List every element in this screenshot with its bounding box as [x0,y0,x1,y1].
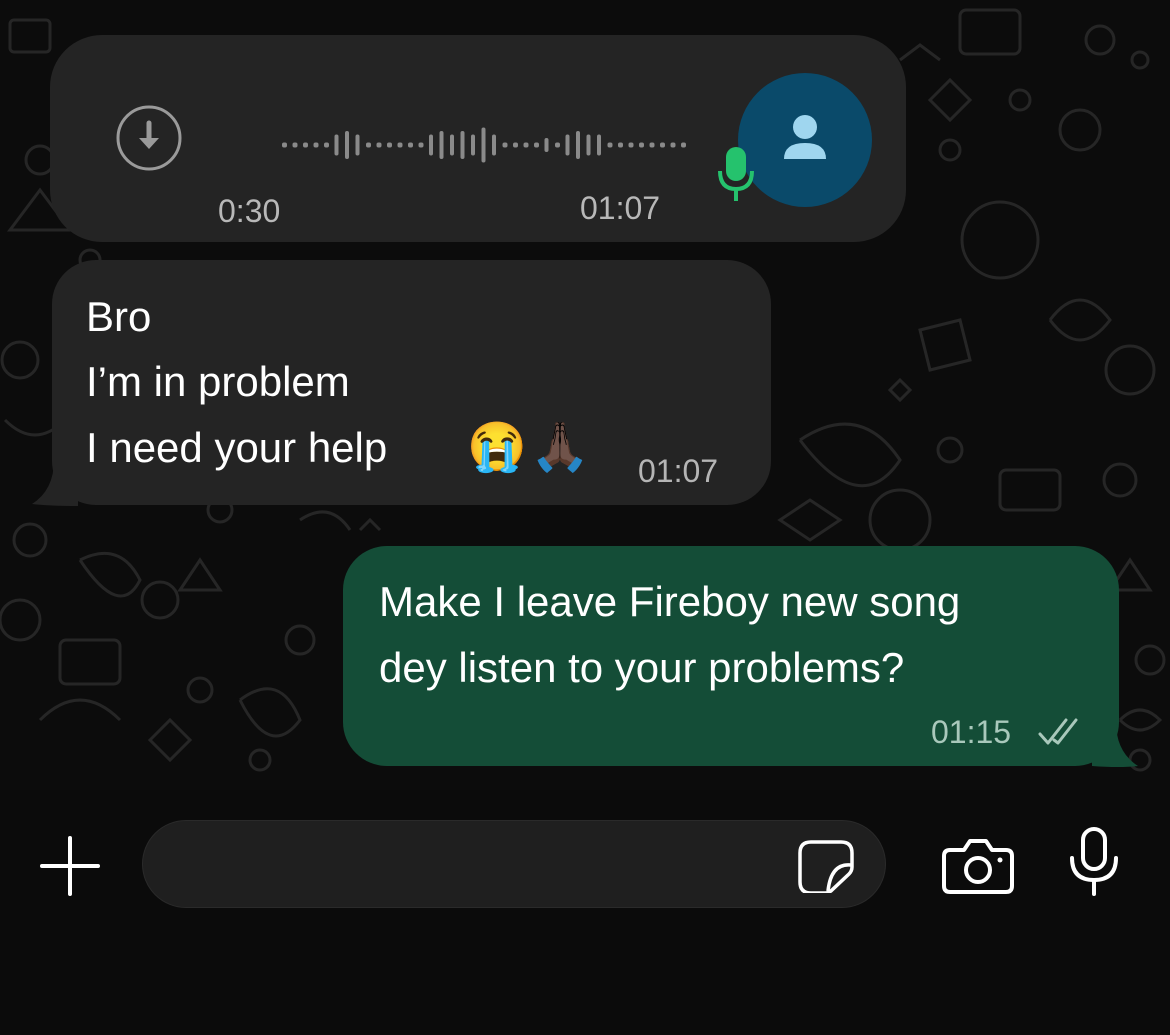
microphone-icon [718,147,754,201]
waveform-bar [397,142,403,148]
waveform-bar [523,142,529,148]
message-timestamp: 01:15 [931,714,1012,750]
waveform-bar [649,142,655,148]
waveform-bar [471,134,475,156]
message-text-line: I need your help [86,424,388,471]
outgoing-message-bubble[interactable]: Make I leave Fireboy new song dey listen… [343,546,1119,766]
waveform-bar [324,142,329,148]
waveform-bar [418,142,424,148]
voice-message-bubble[interactable]: 0:30 01:07 [50,35,906,242]
message-text-line: dey listen to your problems? [379,644,905,691]
waveform-bar [544,138,549,152]
waveform-bar [345,131,349,159]
message-timestamp: 01:07 [638,453,719,489]
waveform-bar [597,134,601,156]
waveform-bar [429,134,433,156]
waveform-bar [387,142,392,148]
waveform-bar [513,142,518,148]
person-icon [784,115,826,159]
waveform-bar [670,142,676,148]
waveform-bar [502,142,508,148]
double-check-icon [1038,718,1078,745]
waveform-bar [334,134,339,156]
waveform-bar [660,142,665,148]
message-text-line: Bro [86,293,152,340]
waveform-bar [313,142,319,148]
waveform-bar [607,142,613,148]
waveform-bar [492,134,496,156]
message-text-field[interactable] [173,835,777,895]
bubble-tail [32,460,78,506]
message-input[interactable] [142,820,886,908]
waveform-bar [534,142,539,148]
waveform-bar [565,134,570,156]
incoming-message-bubble[interactable]: Bro I’m in problem I need your help 😭 🙏🏿… [52,260,771,505]
voice-elapsed-time: 0:30 [218,193,281,229]
audio-waveform[interactable] [230,127,690,163]
folded-hands-emoji: 🙏🏿 [530,421,590,474]
waveform-bar [303,142,308,148]
loudly-crying-emoji: 😭 [467,421,527,474]
camera-icon[interactable] [940,838,1016,894]
waveform-bar [555,142,560,148]
waveform-bar [481,127,486,163]
waveform-bar [439,131,444,159]
waveform-bar [460,131,465,159]
message-text-line: I’m in problem [86,358,350,405]
waveform-bar [586,134,591,156]
waveform-bar [639,142,644,148]
waveform-bar [450,134,454,156]
waveform-bar [576,131,580,159]
waveform-bar [355,134,360,156]
waveform-bar [376,142,382,148]
waveform-bar [408,142,413,148]
message-input-bar [0,790,1170,1035]
avatar[interactable] [738,73,872,207]
waveform-bar [628,142,634,148]
message-text-line: Make I leave Fireboy new song [379,578,961,625]
sticker-icon[interactable] [797,839,855,893]
waveform-bar [618,142,623,148]
waveform-bar [681,142,686,148]
waveform-bar [292,142,298,148]
bubble-tail [1092,722,1138,767]
waveform-bar [282,142,287,148]
message-timestamp: 01:07 [580,190,661,226]
download-arrow-icon[interactable] [116,105,182,171]
plus-icon[interactable] [38,834,102,898]
chat-area: 0:30 01:07 Bro I’m in problem I need you… [0,0,1170,790]
microphone-icon[interactable] [1066,826,1122,898]
waveform-bar [366,142,371,148]
